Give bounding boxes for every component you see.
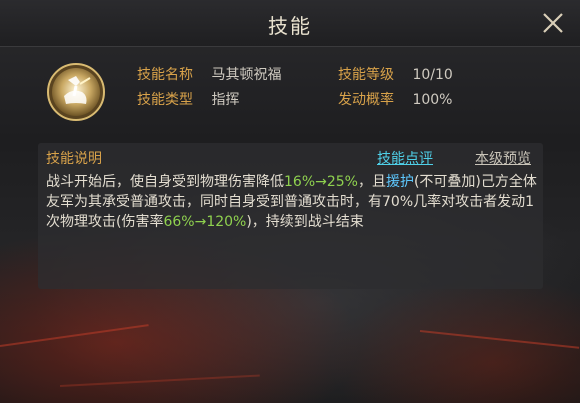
skill-chance-value: 100%: [412, 92, 453, 108]
description-label: 技能说明: [46, 151, 102, 167]
description-segment: )，持续到战斗结束: [246, 214, 364, 230]
skill-name-label: 技能名称: [137, 67, 193, 83]
dialog-title: 技能: [268, 14, 312, 38]
skill-level-row: 技能等级 10/10: [338, 64, 453, 84]
damage-reduction-value: 16%→25%: [284, 174, 358, 190]
level-preview-link[interactable]: 本级预览: [475, 148, 531, 168]
dialog-header: 技能: [0, 0, 580, 47]
skill-name-value: 马其顿祝福: [211, 67, 282, 83]
description-segment: ，且: [357, 174, 386, 190]
description-text: 战斗开始后，使自身受到物理伤害降低16%→25%，且援护(不可叠加)己方全体友军…: [46, 172, 538, 232]
skill-chance-row: 发动概率 100%: [338, 89, 452, 109]
skill-type-value: 指挥: [211, 92, 240, 108]
skill-type-row: 技能类型 指挥: [137, 89, 239, 109]
damage-rate-value: 66%→120%: [163, 214, 247, 230]
skill-level-label: 技能等级: [338, 67, 394, 83]
keyword-support[interactable]: 援护: [386, 174, 414, 190]
skill-chance-label: 发动概率: [338, 92, 394, 108]
close-x-icon[interactable]: [540, 10, 566, 36]
skill-type-label: 技能类型: [137, 92, 193, 108]
skill-emblem-icon: [46, 62, 106, 122]
skill-review-link[interactable]: 技能点评: [377, 148, 433, 168]
description-segment: 战斗开始后，使自身受到物理伤害降低: [46, 174, 284, 190]
skill-name-row: 技能名称 马其顿祝福: [137, 64, 281, 84]
skill-level-value: 10/10: [412, 67, 453, 83]
